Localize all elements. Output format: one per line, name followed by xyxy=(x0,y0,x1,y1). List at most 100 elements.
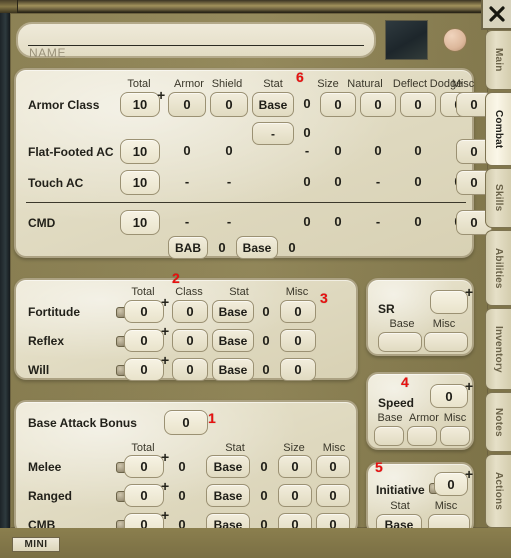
initiative-total-input[interactable]: 0 xyxy=(434,472,468,496)
ranged-extra-value: 0 xyxy=(178,488,186,503)
cmd-bab-button[interactable]: BAB xyxy=(168,236,208,259)
sr-base-input[interactable] xyxy=(378,332,422,352)
will-misc-input[interactable]: 0 xyxy=(280,358,316,381)
attack-col-size: Size xyxy=(283,442,305,454)
cmd-bab-value: 0 xyxy=(218,240,226,255)
speed-misc-input[interactable] xyxy=(440,426,470,446)
sr-total-input[interactable] xyxy=(430,290,468,314)
ac-col-misc: Misc xyxy=(451,78,475,90)
speed-total-input[interactable]: 0 xyxy=(430,384,468,408)
sr-misc-label: Misc xyxy=(432,318,456,330)
fortitude-plus-icon: + xyxy=(161,294,170,310)
ac-deflect-input[interactable]: 0 xyxy=(400,92,436,117)
tab-notes[interactable]: Notes xyxy=(485,392,511,452)
tab-label: Main xyxy=(493,48,504,72)
mini-button[interactable]: MINI xyxy=(12,537,60,552)
ac-stat-button[interactable]: Base xyxy=(252,92,294,117)
tab-main[interactable]: Main xyxy=(485,30,511,90)
will-total-input[interactable]: 0 xyxy=(124,358,164,381)
ranged-total-input[interactable]: 0 xyxy=(124,484,164,507)
left-edge-strip xyxy=(0,13,10,528)
fortitude-class-input[interactable]: 0 xyxy=(172,300,208,323)
will-class-input[interactable]: 0 xyxy=(172,358,208,381)
speed-base-label: Base xyxy=(377,412,403,424)
touch-natural-value: - xyxy=(375,174,381,189)
speed-armor-input[interactable] xyxy=(407,426,437,446)
reflex-stat-button[interactable]: Base xyxy=(212,329,254,352)
melee-misc-input[interactable]: 0 xyxy=(316,455,350,478)
attack-col-stat: Stat xyxy=(225,442,245,454)
ac-size-input[interactable]: 0 xyxy=(320,92,356,117)
reflex-stat-value: 0 xyxy=(262,333,270,348)
saves-col-stat: Stat xyxy=(229,286,249,298)
ranged-size-input[interactable]: 0 xyxy=(278,484,312,507)
reflex-class-input[interactable]: 0 xyxy=(172,329,208,352)
touch-deflect-value: 0 xyxy=(414,174,422,189)
attack-panel: Base Attack Bonus 0 Total Stat Size Misc… xyxy=(14,400,358,536)
speed-plus-icon: + xyxy=(465,378,474,394)
touch-armor-value: - xyxy=(184,174,190,189)
ac-shield-input[interactable]: 0 xyxy=(210,92,248,117)
will-plus-icon: + xyxy=(161,352,170,368)
close-button[interactable] xyxy=(481,0,511,30)
reflex-misc-input[interactable]: 0 xyxy=(280,329,316,352)
cmb-plus-icon: + xyxy=(161,507,170,523)
annotation-4: 4 xyxy=(401,374,409,390)
melee-extra-value: 0 xyxy=(178,459,186,474)
character-token[interactable] xyxy=(443,28,467,52)
melee-size-input[interactable]: 0 xyxy=(278,455,312,478)
ac-armor-input[interactable]: 0 xyxy=(168,92,206,117)
touch-total-input[interactable]: 10 xyxy=(120,170,160,195)
spell-resistance-panel: SR + Base Misc xyxy=(366,278,474,356)
reflex-total-input[interactable]: 0 xyxy=(124,329,164,352)
annotation-2: 2 xyxy=(172,270,180,286)
save-label-will: Will xyxy=(28,363,50,377)
ac-natural-input[interactable]: 0 xyxy=(360,92,396,117)
melee-stat-button[interactable]: Base xyxy=(206,455,250,478)
speed-misc-label: Misc xyxy=(443,412,467,424)
will-stat-button[interactable]: Base xyxy=(212,358,254,381)
sr-base-label: Base xyxy=(389,318,415,330)
base-attack-bonus-input[interactable]: 0 xyxy=(164,410,208,435)
character-name-input[interactable]: NAME xyxy=(16,22,376,60)
name-underline xyxy=(28,45,364,46)
ranged-stat-button[interactable]: Base xyxy=(206,484,250,507)
ranged-misc-input[interactable]: 0 xyxy=(316,484,350,507)
cmd-base-button[interactable]: Base xyxy=(236,236,278,259)
speed-base-input[interactable] xyxy=(374,426,404,446)
tab-actions[interactable]: Actions xyxy=(485,454,511,528)
tab-abilities[interactable]: Abilities xyxy=(485,230,511,306)
sr-plus-icon: + xyxy=(465,284,474,300)
touch-size-value: 0 xyxy=(334,174,342,189)
character-sheet-window: Main Combat Skills Abilities Inventory N… xyxy=(0,0,511,558)
fortitude-total-input[interactable]: 0 xyxy=(124,300,164,323)
saving-throws-panel: Total Class Stat Misc Fortitude 0 + 0 Ba… xyxy=(14,278,358,381)
melee-plus-icon: + xyxy=(161,449,170,465)
melee-total-input[interactable]: 0 xyxy=(124,455,164,478)
cmd-total-input[interactable]: 10 xyxy=(120,210,160,235)
ac-total-input[interactable]: 10 xyxy=(120,92,160,117)
tab-combat[interactable]: Combat xyxy=(485,92,511,166)
tab-inventory[interactable]: Inventory xyxy=(485,308,511,390)
cmd-base-value: 0 xyxy=(288,240,296,255)
initiative-plus-icon: + xyxy=(465,466,474,482)
name-placeholder: NAME xyxy=(29,46,67,60)
save-label-fortitude: Fortitude xyxy=(28,305,80,319)
ff-total-input[interactable]: 10 xyxy=(120,139,160,164)
cmd-shield-value: - xyxy=(226,214,232,229)
ac-stat2-button[interactable]: - xyxy=(252,122,294,145)
ff-armor-value: 0 xyxy=(183,143,191,158)
ff-stat-value: - xyxy=(304,143,310,158)
fortitude-stat-button[interactable]: Base xyxy=(212,300,254,323)
tab-skills[interactable]: Skills xyxy=(485,168,511,228)
reflex-plus-icon: + xyxy=(161,323,170,339)
fortitude-misc-input[interactable]: 0 xyxy=(280,300,316,323)
speed-panel: Speed 0 + Base Armor Misc xyxy=(366,372,474,450)
character-portrait[interactable] xyxy=(385,20,428,60)
ff-shield-value: 0 xyxy=(225,143,233,158)
saves-col-total: Total xyxy=(131,286,155,298)
sr-misc-input[interactable] xyxy=(424,332,468,352)
armor-class-panel: Total Armor Shield Stat Size Natural Def… xyxy=(14,68,492,259)
speed-label: Speed xyxy=(378,396,415,410)
initiative-label: Initiative xyxy=(376,483,425,497)
